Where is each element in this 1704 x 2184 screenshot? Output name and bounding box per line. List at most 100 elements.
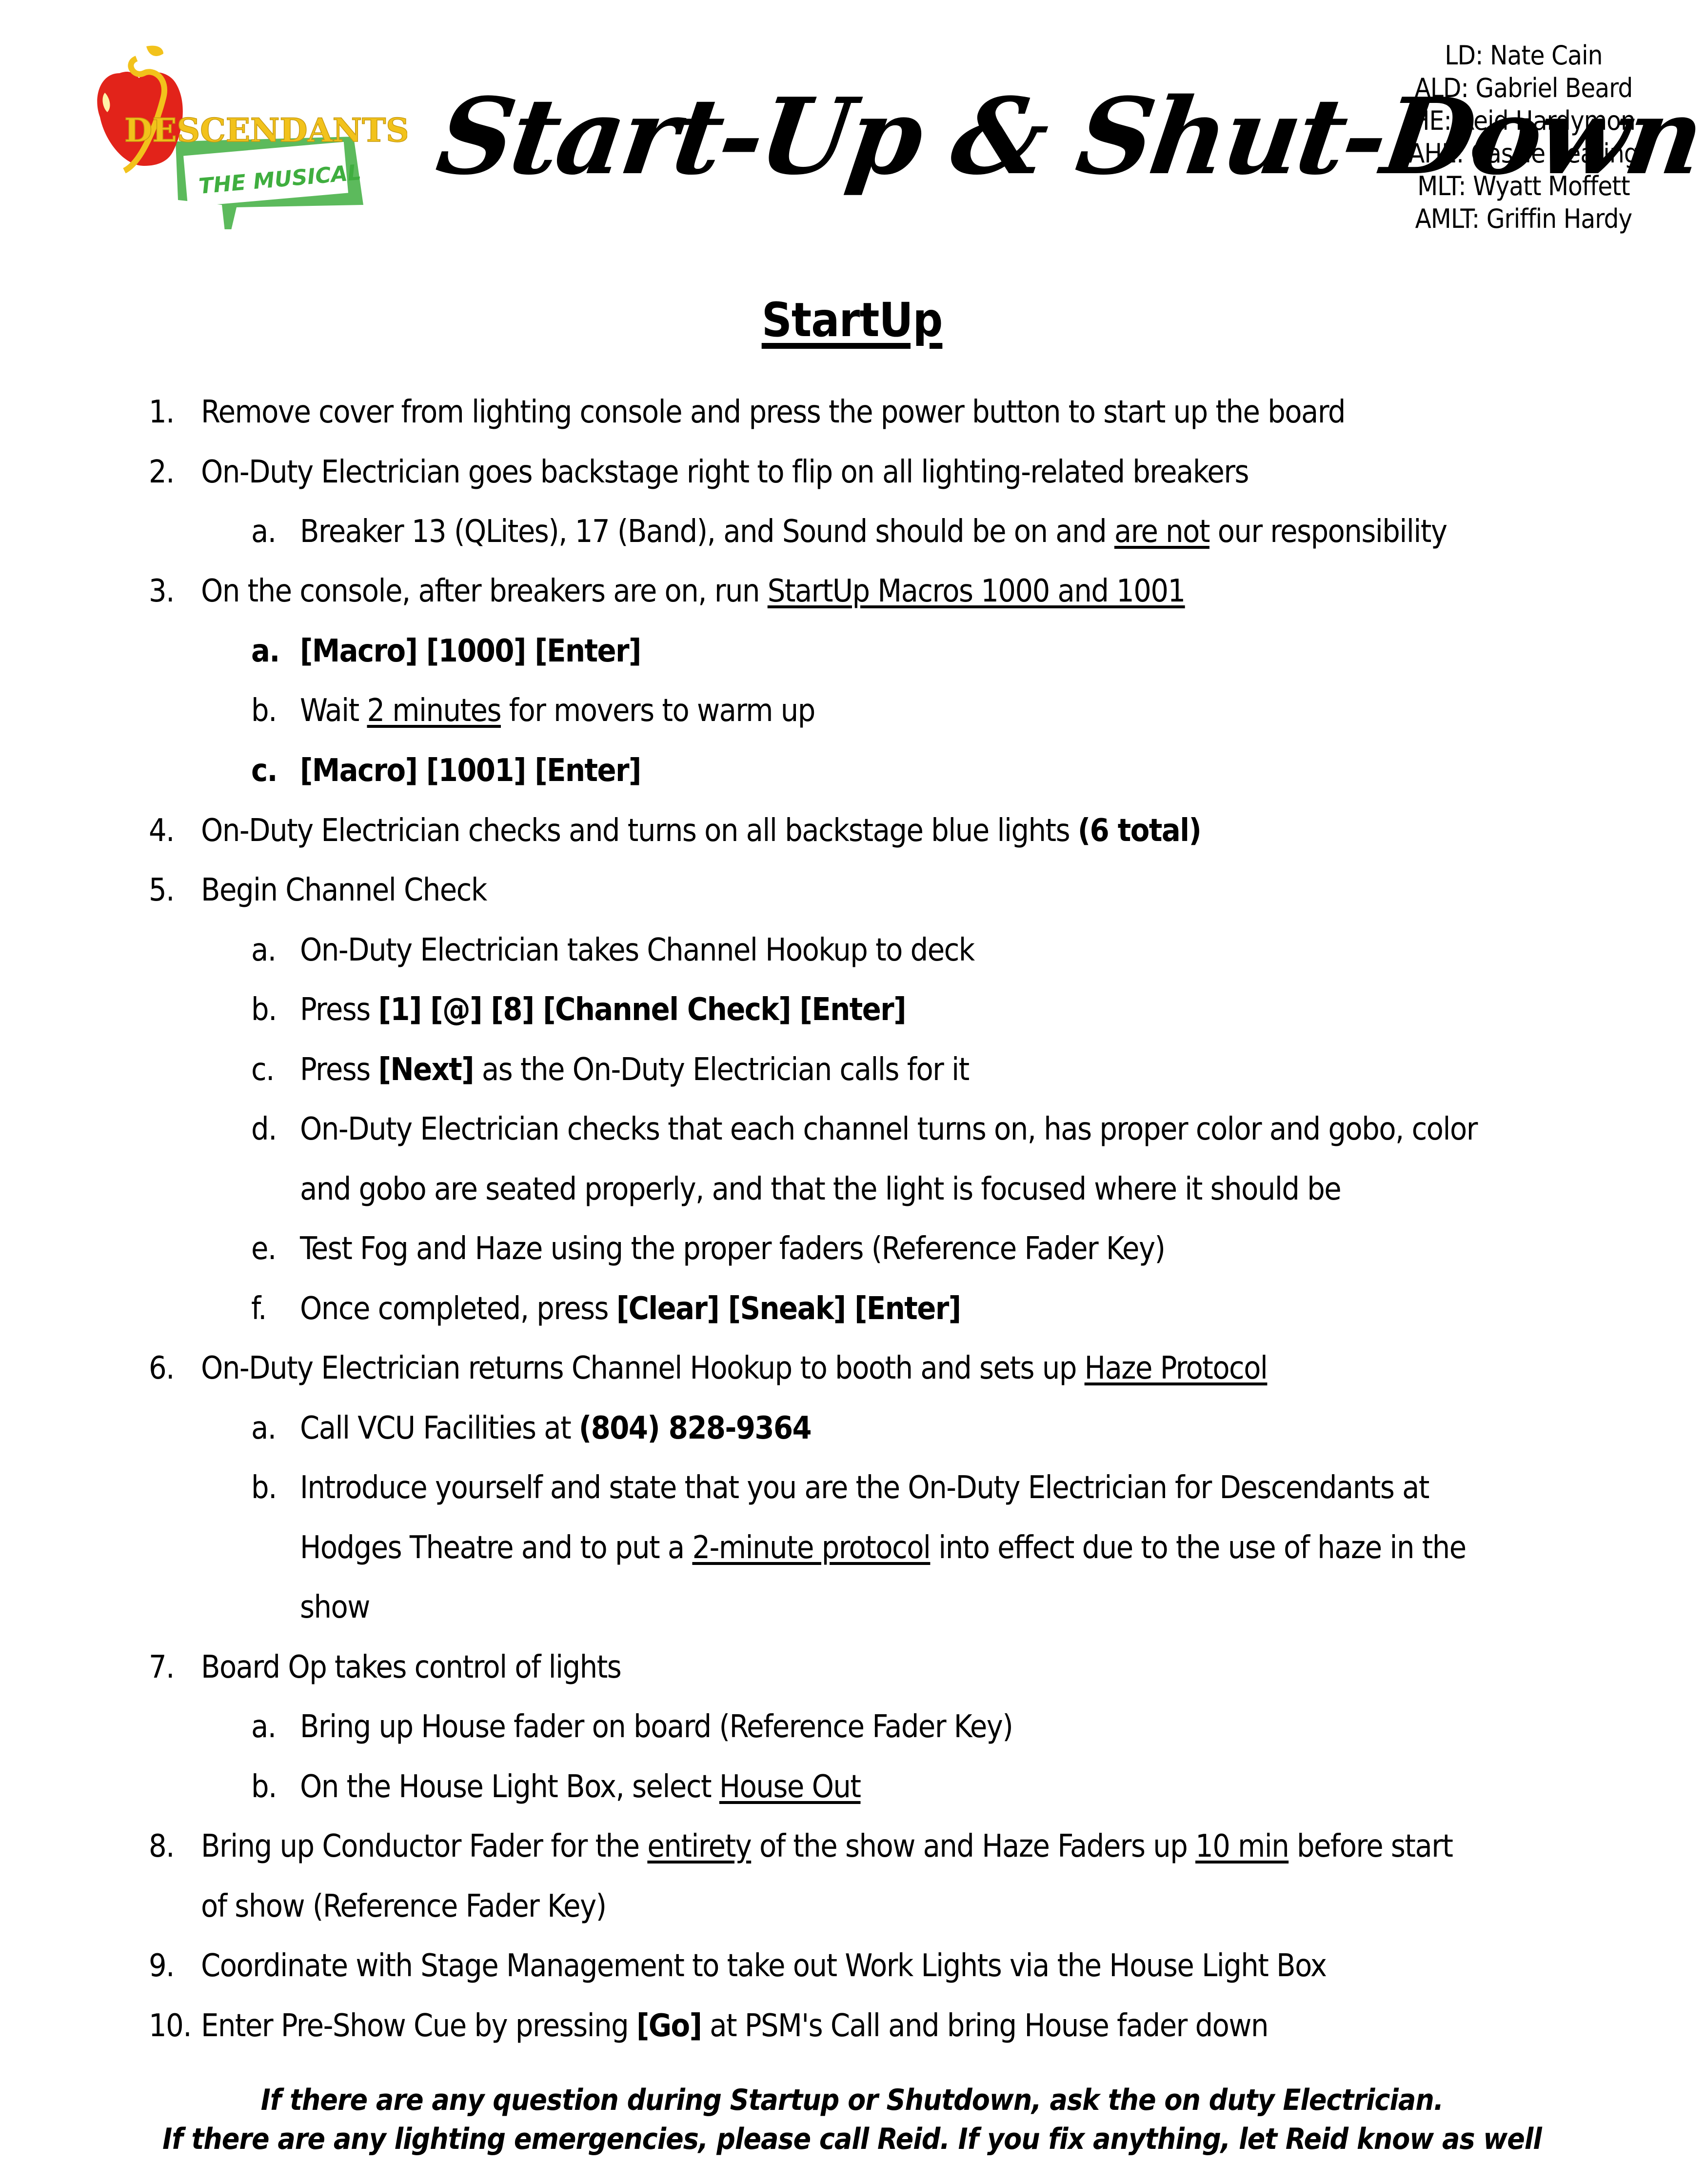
key-sequence: [Go] (636, 2008, 702, 2044)
credit-mlt: MLT: Wyatt Moffett (1417, 171, 1630, 201)
text-run: into effect due to the use of haze in th… (930, 1530, 1466, 1566)
step-text: Introduce yourself and state that you ar… (300, 1470, 1429, 1506)
step-text: Press [1] [@] [8] [Channel Check] [Enter… (300, 990, 907, 1029)
step-text: Begin Channel Check (201, 872, 487, 908)
text-run: at PSM's Call and bring House fader down (701, 2008, 1268, 2044)
underlined-text: entirety (647, 1828, 752, 1864)
step-text: Press [Next] as the On-Duty Electrician … (300, 1050, 970, 1089)
bold-text: (6 total) (1077, 813, 1202, 849)
page-title: Start-Up & Shut-Down (430, 75, 1704, 198)
step-text: Breaker 13 (QLites), 17 (Band), and Soun… (300, 512, 1447, 551)
text-run: On the console, after breakers are on, r… (201, 573, 768, 609)
step-text: Bring up House fader on board (Reference… (300, 1709, 1013, 1745)
step-text: Enter Pre-Show Cue by pressing [Go] at P… (201, 2006, 1268, 2045)
step-text: On-Duty Electrician checks that each cha… (300, 1111, 1478, 1147)
crew-credits: LD: Nate Cain ALD: Gabriel Beard HE: Rei… (1392, 39, 1655, 235)
step-text: Hodges Theatre and to put a 2-minute pro… (300, 1528, 1466, 1567)
underlined-text: are not (1114, 514, 1210, 550)
phone-number: (804) 828-9364 (578, 1410, 812, 1446)
substep-letter: a. (251, 1410, 277, 1446)
substep-letter: b. (251, 1470, 277, 1506)
text-run: Press (300, 1052, 378, 1088)
credit-ahe: AHE: Cassie Keating (1408, 138, 1639, 169)
text-run: Hodges Theatre and to put a (300, 1530, 693, 1566)
credit-he: HE: Reid Hardymon (1411, 105, 1636, 136)
step-text: of show (Reference Fader Key) (201, 1888, 607, 1924)
substep-letter: b. (251, 1769, 277, 1805)
underlined-text: 2 minutes (367, 693, 501, 729)
key-sequence: [Macro] [1001] [Enter] (300, 753, 641, 789)
step-text: Wait 2 minutes for movers to warm up (300, 691, 815, 730)
step-number: 10. (149, 2008, 192, 2044)
credit-ald: ALD: Gabriel Beard (1414, 73, 1633, 103)
step-number: 5. (149, 872, 175, 908)
step-text: On the House Light Box, select House Out (300, 1767, 861, 1806)
text-run: for movers to warm up (500, 693, 816, 729)
footer-note-emergencies: If there are any lighting emergencies, p… (162, 2122, 1542, 2156)
step-number: 2. (149, 454, 175, 490)
step-text: Once completed, press [Clear] [Sneak] [E… (300, 1289, 961, 1328)
text-run: Wait (300, 693, 367, 729)
text-run: Call VCU Facilities at (300, 1410, 579, 1446)
step-text: On-Duty Electrician takes Channel Hookup… (300, 932, 975, 968)
key-sequence: [Clear] [Sneak] [Enter] (616, 1291, 961, 1327)
credit-ld: LD: Nate Cain (1445, 40, 1603, 71)
text-run: On the House Light Box, select (300, 1769, 719, 1805)
credit-amlt: AMLT: Griffin Hardy (1415, 203, 1633, 234)
substep-letter: d. (251, 1111, 277, 1147)
substep-letter: b. (251, 992, 277, 1028)
footer-note-questions: If there are any question during Startup… (260, 2083, 1444, 2117)
text-run: On-Duty Electrician returns Channel Hook… (201, 1350, 1085, 1386)
text-run: of the show and Haze Faders up (751, 1828, 1196, 1864)
step-text: and gobo are seated properly, and that t… (300, 1171, 1342, 1207)
step-text: On-Duty Electrician returns Channel Hook… (201, 1349, 1268, 1388)
underlined-text: 10 min (1195, 1828, 1289, 1864)
text-run: our responsibility (1209, 514, 1447, 550)
substep-letter: a. (251, 932, 277, 968)
step-number: 4. (149, 813, 175, 849)
step-number: 3. (149, 573, 175, 609)
text-run: before start (1288, 1828, 1453, 1864)
key-sequence: [Next] (378, 1052, 475, 1088)
underlined-text: StartUp Macros 1000 and 1001 (767, 573, 1186, 609)
substep-letter: f. (251, 1291, 267, 1327)
substep-letter: a. (251, 1709, 277, 1745)
key-sequence: [Macro] [1000] [Enter] (300, 633, 641, 669)
apple-logo-icon: DESCENDANTS THE MUSICAL (97, 45, 410, 249)
step-text: Call VCU Facilities at (804) 828-9364 (300, 1409, 812, 1448)
step-text: Board Op takes control of lights (201, 1649, 622, 1685)
text-run: Bring up Conductor Fader for the (201, 1828, 648, 1864)
step-text: Coordinate with Stage Management to take… (201, 1948, 1327, 1984)
substep-letter: c. (251, 1052, 275, 1088)
text-run: On-Duty Electrician checks and turns on … (201, 813, 1078, 849)
step-text: On the console, after breakers are on, r… (201, 572, 1186, 611)
substep-letter: a. (251, 514, 277, 550)
text-run: Breaker 13 (QLites), 17 (Band), and Soun… (300, 514, 1114, 550)
section-heading: StartUp (0, 293, 1704, 347)
text-run: Enter Pre-Show Cue by pressing (201, 2008, 636, 2044)
step-number: 9. (149, 1948, 175, 1984)
substep-letter: a. (251, 633, 280, 669)
substep-letter: c. (251, 753, 278, 789)
step-text: On-Duty Electrician checks and turns on … (201, 811, 1202, 850)
text-run: Once completed, press (300, 1291, 616, 1327)
text-run: Press (300, 992, 378, 1028)
logo-brand: DESCENDANTS (124, 111, 407, 149)
substep-letter: e. (251, 1231, 277, 1267)
step-number: 6. (149, 1350, 175, 1386)
step-text: On-Duty Electrician goes backstage right… (201, 454, 1249, 490)
step-number: 7. (149, 1649, 175, 1685)
step-text: Test Fog and Haze using the proper fader… (300, 1231, 1166, 1267)
step-number: 1. (149, 394, 175, 430)
step-text: show (300, 1589, 370, 1625)
descendants-logo: DESCENDANTS THE MUSICAL (90, 44, 410, 249)
underlined-text: House Out (719, 1769, 861, 1805)
underlined-text: Haze Protocol (1084, 1350, 1268, 1386)
text-run: as the On-Duty Electrician calls for it (474, 1052, 970, 1088)
startup-heading: StartUp (761, 293, 943, 347)
step-text: Remove cover from lighting console and p… (201, 394, 1346, 430)
substep-letter: b. (251, 693, 277, 729)
step-number: 8. (149, 1828, 175, 1864)
key-sequence: [1] [@] [8] [Channel Check] [Enter] (378, 992, 907, 1028)
underlined-text: 2-minute protocol (692, 1530, 931, 1566)
